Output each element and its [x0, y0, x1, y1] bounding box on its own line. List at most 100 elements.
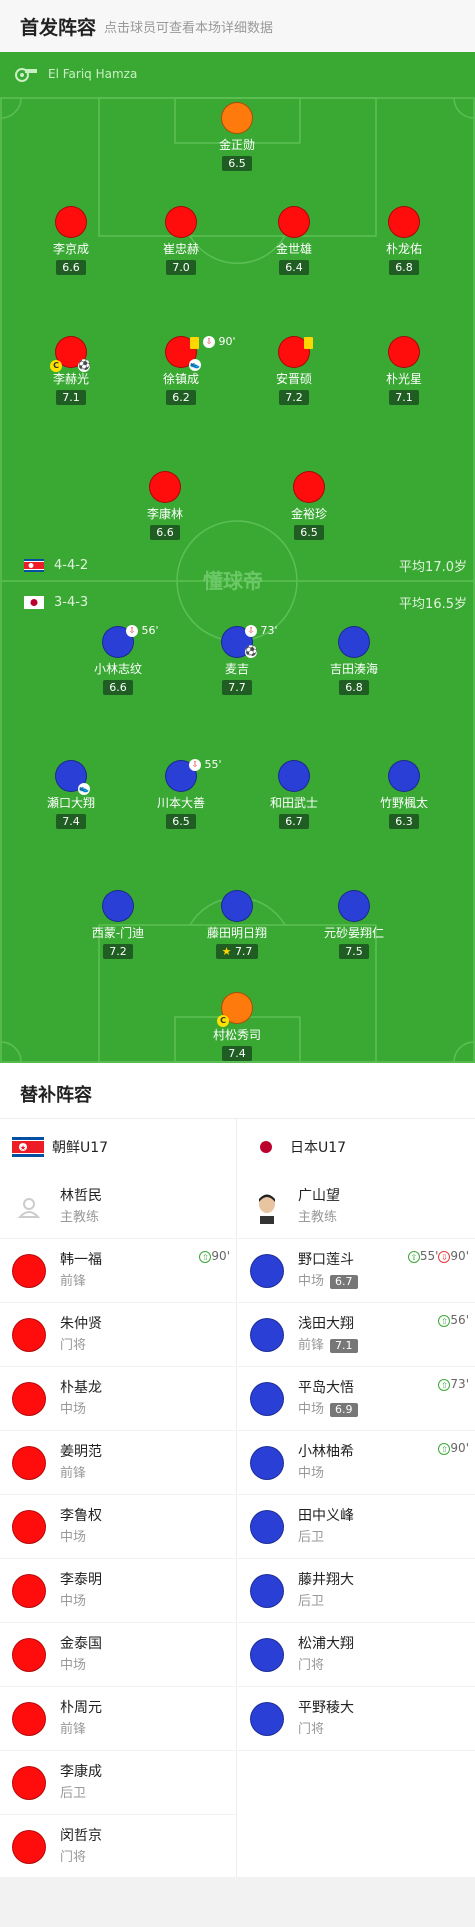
player-rating: 6.3	[389, 814, 419, 829]
pitch: El Fariq Hamza 懂球帝 金正勋 6.5 李京成 6.6 崔忠赫 7…	[0, 52, 475, 1063]
home-sub-8[interactable]: 朴周元 前锋	[0, 1687, 236, 1751]
player-rating: 7.2	[279, 390, 309, 405]
away-sub-5[interactable]: 田中义峰 后卫	[238, 1495, 475, 1559]
home-sub-2[interactable]: 朱仲贤 门将	[0, 1303, 236, 1367]
away-sub-3[interactable]: 平岛大悟 中场 6.9 ⇧ 73'	[238, 1367, 475, 1431]
sub-out-time: 56'	[141, 624, 159, 637]
away-sub-2[interactable]: 浅田大翔 前锋 7.1 ⇧ 56'	[238, 1303, 475, 1367]
coach-role: 主教练	[60, 1209, 100, 1225]
player-dot	[165, 206, 197, 238]
home-sub-6[interactable]: 李泰明 中场	[0, 1559, 236, 1623]
player-name: 李康林	[146, 507, 183, 521]
sub-position: 门将	[298, 1657, 325, 1673]
north-korea-flag-icon: ★	[12, 1137, 44, 1157]
player-dot	[149, 471, 181, 503]
sub-name: 姜明范	[60, 1443, 102, 1460]
sub-event: ⇧ 56'	[438, 1313, 469, 1327]
sub-out-marker: ⇩ 55'	[189, 758, 222, 771]
home-mid-3[interactable]: 安晋硕 7.2	[244, 336, 344, 405]
page-title: 首发阵容	[20, 16, 97, 39]
sub-in-time: 73'	[450, 1377, 469, 1391]
home-team-line: 4-4-2 平均17.0岁	[24, 556, 467, 575]
home-fwd-1[interactable]: 李康林 6.6	[115, 471, 215, 540]
player-dot	[388, 336, 420, 368]
sub-out-time: 55'	[204, 758, 222, 771]
player-rating: 7.4	[222, 1046, 252, 1061]
player-dot	[250, 1509, 284, 1544]
away-sub-4[interactable]: 小林柚希 中场 ⇧ 90'	[238, 1431, 475, 1495]
home-avg-age: 平均17.0岁	[399, 560, 467, 575]
player-rating: 6.8	[339, 680, 369, 695]
away-formation: 3-4-3	[54, 595, 89, 610]
player-name: 藤田明日翔	[206, 926, 267, 940]
player-rating: 7.4	[56, 814, 86, 829]
sub-name: 韩一福	[60, 1251, 102, 1268]
away-mid-1[interactable]: 瀬口大翔 7.4	[21, 760, 121, 829]
home-mid-4[interactable]: 朴光星 7.1	[354, 336, 454, 405]
sub-out-icon: ⇩	[126, 625, 138, 637]
away-mid-4[interactable]: 竹野楓太 6.3	[354, 760, 454, 829]
away-def-1[interactable]: 西蒙-门迪 7.2	[68, 890, 168, 959]
yellow-card-icon	[304, 336, 313, 349]
player-dot	[102, 890, 134, 922]
away-sub-8[interactable]: 平野稜大 门将	[238, 1687, 475, 1751]
player-name: 金正勋	[218, 138, 255, 152]
player-rating: 6.6	[56, 260, 86, 275]
referee: El Fariq Hamza	[14, 66, 137, 82]
home-sub-1[interactable]: 韩一福 前锋 ⇧ 90'	[0, 1239, 236, 1303]
home-sub-4[interactable]: 姜明范 前锋	[0, 1431, 236, 1495]
away-def-3[interactable]: 元砂晏翔仁 7.5	[304, 890, 404, 959]
coach-role: 主教练	[298, 1209, 338, 1225]
player-dot	[278, 760, 310, 792]
page-footer	[0, 1877, 475, 1927]
home-sub-7[interactable]: 金泰国 中场	[0, 1623, 236, 1687]
away-fwd-3[interactable]: 吉田湊海 6.8	[304, 626, 404, 695]
sub-in-time: 90'	[450, 1441, 469, 1455]
player-dot	[250, 1637, 284, 1672]
home-def-3[interactable]: 金世雄 6.4	[244, 206, 344, 275]
home-sub-5[interactable]: 李鲁权 中场	[0, 1495, 236, 1559]
home-gk[interactable]: 金正勋 6.5	[187, 102, 287, 171]
home-def-1[interactable]: 李京成 6.6	[21, 206, 121, 275]
home-sub-3[interactable]: 朴基龙 中场	[0, 1367, 236, 1431]
sub-name: 李康成	[60, 1763, 102, 1780]
coach-name: 林哲民	[60, 1187, 102, 1204]
away-sub-1[interactable]: 野口莲斗 中场 6.7 ⇧ 55' ⇩ 90'	[238, 1239, 475, 1303]
subs-title: 替补阵容	[0, 1063, 475, 1119]
away-def-2[interactable]: 藤田明日翔 ★ 7.7	[187, 890, 287, 959]
player-name: 徐镇成	[162, 372, 199, 386]
home-fwd-2[interactable]: 金裕珍 6.5	[259, 471, 359, 540]
home-subs-team: ★ 朝鲜U17	[0, 1119, 236, 1175]
away-coach[interactable]: 广山望 主教练	[238, 1175, 475, 1239]
player-name: 朴龙佑	[385, 242, 422, 256]
away-mid-3[interactable]: 和田武士 6.7	[244, 760, 344, 829]
home-mid-1[interactable]: 李赫光 7.1	[21, 336, 121, 405]
captain-icon: C	[50, 358, 62, 372]
home-sub-10[interactable]: 闵哲京 门将	[0, 1815, 236, 1879]
coach-name: 广山望	[298, 1187, 340, 1204]
player-dot	[12, 1253, 46, 1288]
player-rating: 6.5	[222, 156, 252, 171]
sub-event: ⇧ 90'	[438, 1441, 469, 1455]
page-hint: 点击球员可查看本场详细数据	[104, 20, 274, 36]
sub-position: 门将	[298, 1721, 325, 1737]
assist-boot-icon: 👟	[189, 359, 201, 371]
away-sub-7[interactable]: 松浦大翔 门将	[238, 1623, 475, 1687]
sub-in-time: 56'	[450, 1313, 469, 1327]
sub-name: 金泰国	[60, 1635, 102, 1652]
player-rating-value: 7.7	[234, 945, 253, 958]
away-sub-6[interactable]: 藤井翔大 后卫	[238, 1559, 475, 1623]
player-name: 李赫光	[52, 372, 89, 386]
player-dot	[293, 471, 325, 503]
japan-flag-icon	[24, 596, 44, 609]
home-def-2[interactable]: 崔忠赫 7.0	[131, 206, 231, 275]
player-name: 李京成	[52, 242, 89, 256]
sub-in-icon: ⇧	[199, 1250, 212, 1263]
sub-name: 李泰明	[60, 1571, 102, 1588]
home-sub-9[interactable]: 李康成 后卫	[0, 1751, 236, 1815]
star-icon: ★	[221, 945, 232, 958]
home-def-4[interactable]: 朴龙佑 6.8	[354, 206, 454, 275]
player-rating: 6.2	[166, 390, 196, 405]
home-coach[interactable]: 林哲民 主教练	[0, 1175, 236, 1239]
away-gk[interactable]: 村松秀司 7.4	[187, 992, 287, 1061]
